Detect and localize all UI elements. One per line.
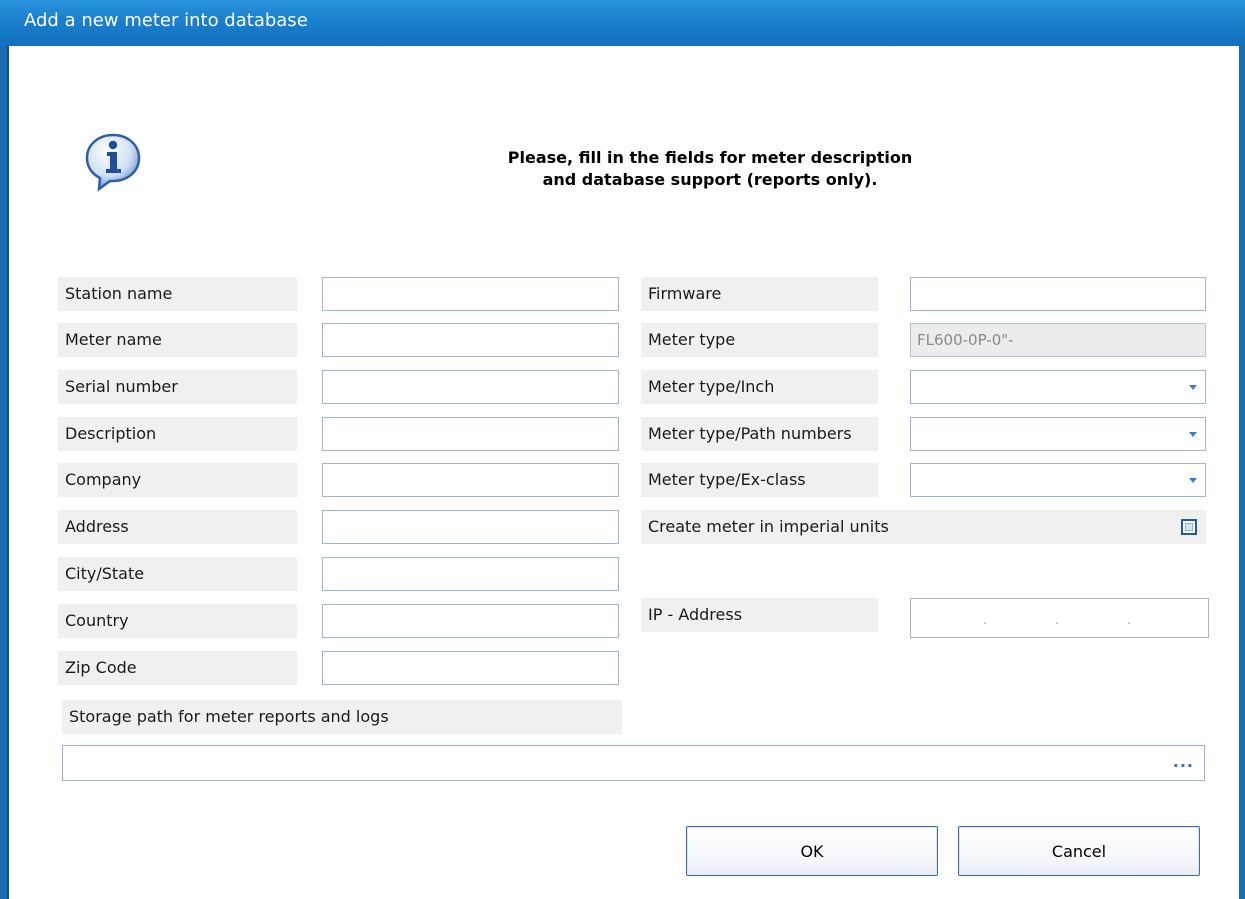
storage-path-field[interactable]: ... [62, 745, 1205, 781]
meter-type-ex-dropdown[interactable] [910, 463, 1206, 497]
imperial-units-checkbox[interactable] [1181, 519, 1197, 535]
firmware-field[interactable] [910, 277, 1206, 311]
address-field[interactable] [322, 510, 619, 544]
city-state-label: City/State [58, 557, 297, 591]
meter-name-field[interactable] [322, 323, 619, 357]
ip-separator: . [1127, 613, 1131, 627]
cancel-button[interactable]: Cancel [958, 826, 1200, 876]
chevron-down-icon[interactable] [1189, 432, 1197, 437]
meter-name-label: Meter name [58, 323, 297, 357]
description-field[interactable] [322, 417, 619, 451]
meter-type-ex-label: Meter type/Ex-class [641, 463, 878, 497]
city-state-field[interactable] [322, 557, 619, 591]
imperial-units-label: Create meter in imperial units [641, 510, 1206, 544]
description-label: Description [58, 417, 297, 451]
serial-number-field[interactable] [322, 370, 619, 404]
ip-separator: . [983, 613, 987, 627]
country-field[interactable] [322, 604, 619, 638]
zip-code-label: Zip Code [58, 651, 297, 685]
title-bar: Add a new meter into database [0, 0, 1245, 46]
info-icon [85, 133, 141, 192]
company-label: Company [58, 463, 297, 497]
ip-address-field[interactable]: . . . [910, 598, 1209, 638]
storage-path-label: Storage path for meter reports and logs [62, 700, 622, 734]
address-label: Address [58, 510, 297, 544]
zip-code-field[interactable] [322, 651, 619, 685]
instruction-message: Please, fill in the fields for meter des… [430, 147, 990, 191]
station-name-field[interactable] [322, 277, 619, 311]
ip-address-label: IP - Address [641, 598, 878, 632]
browse-button[interactable]: ... [1173, 754, 1194, 770]
ok-button[interactable]: OK [686, 826, 938, 876]
serial-number-label: Serial number [58, 370, 297, 404]
window-frame-left [0, 46, 9, 899]
ip-separator: . [1055, 613, 1059, 627]
firmware-label: Firmware [641, 277, 878, 311]
chevron-down-icon[interactable] [1189, 478, 1197, 483]
meter-type-field [910, 323, 1206, 357]
window-title: Add a new meter into database [24, 10, 308, 31]
meter-type-inch-label: Meter type/Inch [641, 370, 878, 404]
meter-type-label: Meter type [641, 323, 878, 357]
meter-type-path-dropdown[interactable] [910, 417, 1206, 451]
instruction-line-1: Please, fill in the fields for meter des… [507, 148, 913, 167]
instruction-line-2: and database support (reports only). [542, 170, 878, 189]
chevron-down-icon[interactable] [1189, 385, 1197, 390]
station-name-label: Station name [58, 277, 297, 311]
window-frame-right [1239, 46, 1245, 899]
meter-type-inch-dropdown[interactable] [910, 370, 1206, 404]
country-label: Country [58, 604, 297, 638]
company-field[interactable] [322, 463, 619, 497]
meter-type-path-label: Meter type/Path numbers [641, 417, 878, 451]
